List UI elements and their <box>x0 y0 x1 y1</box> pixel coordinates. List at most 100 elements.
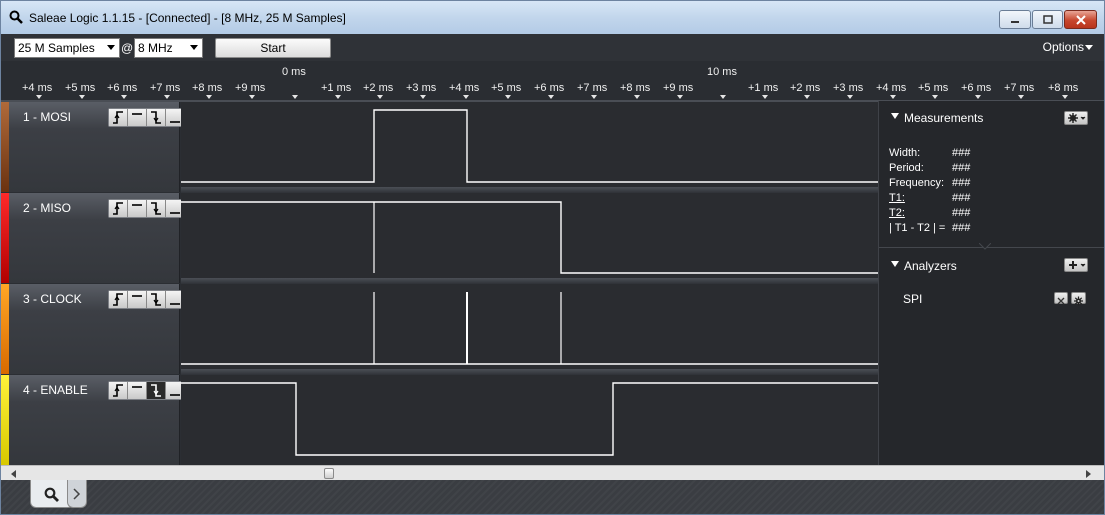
maximize-button[interactable] <box>1032 10 1063 29</box>
high-level-icon <box>132 204 142 206</box>
analyzer-item-spi[interactable]: SPI <box>903 292 922 306</box>
measurement-label: Width: <box>889 147 921 159</box>
high-level-icon <box>132 113 142 115</box>
minimize-button[interactable] <box>999 10 1031 29</box>
ruler-tick-label: +7 ms <box>1004 82 1035 94</box>
high-level-icon <box>132 295 142 297</box>
tick-marker-icon <box>79 95 85 99</box>
samples-select-value: 25 M Samples <box>18 41 95 55</box>
waveform-miso[interactable] <box>181 193 878 283</box>
channel-label-panel[interactable]: 4 - ENABLE <box>9 375 185 465</box>
collapse-triangle-icon <box>891 261 899 267</box>
measurement-label: Period: <box>889 162 924 174</box>
measurement-label: Frequency: <box>889 177 945 189</box>
tick-marker-icon <box>975 95 981 99</box>
options-menu[interactable]: Options <box>1043 40 1084 54</box>
rising-edge-icon <box>113 111 123 124</box>
analyzers-header[interactable]: Analyzers <box>879 249 1104 279</box>
high-level-trigger-button[interactable] <box>128 200 147 217</box>
falling-edge-icon <box>151 111 161 124</box>
title-bar: Saleae Logic 1.1.15 - [Connected] - [8 M… <box>1 1 1104 34</box>
window-title: Saleae Logic 1.1.15 - [Connected] - [8 M… <box>29 11 346 25</box>
side-panel: Measurements Width: ### Period: ### Frequenc… <box>878 101 1104 465</box>
rising-edge-trigger-button[interactable] <box>109 291 128 308</box>
trigger-buttons <box>108 199 185 218</box>
measurement-value: ### <box>952 147 971 159</box>
measurement-value: ### <box>952 192 971 204</box>
time-ruler[interactable]: 0 ms 10 ms +4 ms +5 ms +6 ms +7 ms +8 ms +9 m… <box>1 61 1104 101</box>
measurements-settings-button[interactable] <box>1064 111 1088 125</box>
ruler-tick-label: +5 ms <box>918 82 949 94</box>
tick-marker-icon <box>591 95 597 99</box>
waveform-enable[interactable] <box>181 375 878 465</box>
start-button[interactable]: Start <box>215 38 331 58</box>
low-level-icon <box>170 212 180 214</box>
scroll-right-icon[interactable] <box>1086 470 1092 478</box>
samples-select[interactable]: 25 M Samples <box>14 38 120 58</box>
measurements-title: Measurements <box>904 111 984 125</box>
chevron-right-icon <box>73 488 81 500</box>
channel-label-panel[interactable]: 2 - MISO <box>9 193 185 283</box>
trigger-buttons <box>108 108 185 127</box>
falling-edge-trigger-button[interactable] <box>147 200 166 217</box>
ruler-major-label: 10 ms <box>707 66 737 78</box>
analyzers-title: Analyzers <box>904 259 957 273</box>
high-level-trigger-button[interactable] <box>128 109 147 126</box>
channel-color-bar <box>1 375 9 465</box>
channel-label-panel[interactable]: 1 - MOSI <box>9 102 185 192</box>
falling-edge-trigger-button[interactable] <box>147 109 166 126</box>
tick-marker-icon <box>292 95 298 99</box>
waveform-clock[interactable] <box>181 284 878 374</box>
ruler-tick-label: +2 ms <box>790 82 821 94</box>
channel-color-bar <box>1 102 9 192</box>
at-label: @ <box>121 41 134 55</box>
waveform-mosi[interactable] <box>181 102 878 192</box>
measurement-label[interactable]: T1: <box>889 192 905 204</box>
close-button[interactable] <box>1064 10 1097 29</box>
falling-edge-trigger-button[interactable] <box>147 382 166 399</box>
channel-color-bar <box>1 284 9 374</box>
rising-edge-trigger-button[interactable] <box>109 109 128 126</box>
high-level-trigger-button[interactable] <box>128 382 147 399</box>
tick-marker-icon <box>932 95 938 99</box>
waveform-trace <box>181 109 878 183</box>
tick-marker-icon <box>1062 95 1068 99</box>
channel-label-panel[interactable]: 3 - CLOCK <box>9 284 185 374</box>
low-level-icon <box>170 303 180 305</box>
tick-marker-icon <box>463 95 469 99</box>
scroll-left-icon[interactable] <box>11 470 17 478</box>
rising-edge-trigger-button[interactable] <box>109 382 128 399</box>
ruler-tick-label: +3 ms <box>833 82 864 94</box>
measurement-label[interactable]: T2: <box>889 207 905 219</box>
channel-name: 4 - ENABLE <box>23 383 88 397</box>
add-analyzer-button[interactable] <box>1064 258 1088 272</box>
low-level-icon <box>170 121 180 123</box>
ruler-tick-label: +4 ms <box>22 82 53 94</box>
analyzer-settings-button[interactable] <box>1071 292 1086 306</box>
falling-edge-icon <box>151 293 161 306</box>
gear-icon <box>1068 113 1086 123</box>
close-icon <box>1057 297 1065 305</box>
collapse-triangle-icon <box>891 113 899 119</box>
ruler-tick-label: +1 ms <box>321 82 352 94</box>
tab-expand[interactable] <box>67 480 87 508</box>
measurements-header[interactable]: Measurements <box>879 101 1104 131</box>
falling-edge-icon <box>151 202 161 215</box>
rising-edge-trigger-button[interactable] <box>109 200 128 217</box>
measurement-value: ### <box>952 162 971 174</box>
remove-analyzer-button[interactable] <box>1054 292 1068 305</box>
measurement-value: ### <box>952 222 971 234</box>
channel-color-bar <box>1 193 9 283</box>
high-level-trigger-button[interactable] <box>128 291 147 308</box>
tick-marker-icon <box>548 95 554 99</box>
ruler-tick-label: +7 ms <box>577 82 608 94</box>
gear-icon <box>1074 296 1083 306</box>
sample-rate-select[interactable]: 8 MHz <box>134 38 203 58</box>
tick-marker-icon <box>847 95 853 99</box>
scrollbar-thumb[interactable] <box>324 468 334 479</box>
tick-marker-icon <box>249 95 255 99</box>
falling-edge-trigger-button[interactable] <box>147 291 166 308</box>
horizontal-scrollbar[interactable] <box>1 465 1104 480</box>
rising-edge-icon <box>113 293 123 306</box>
bottom-tab-bar <box>1 480 1104 514</box>
